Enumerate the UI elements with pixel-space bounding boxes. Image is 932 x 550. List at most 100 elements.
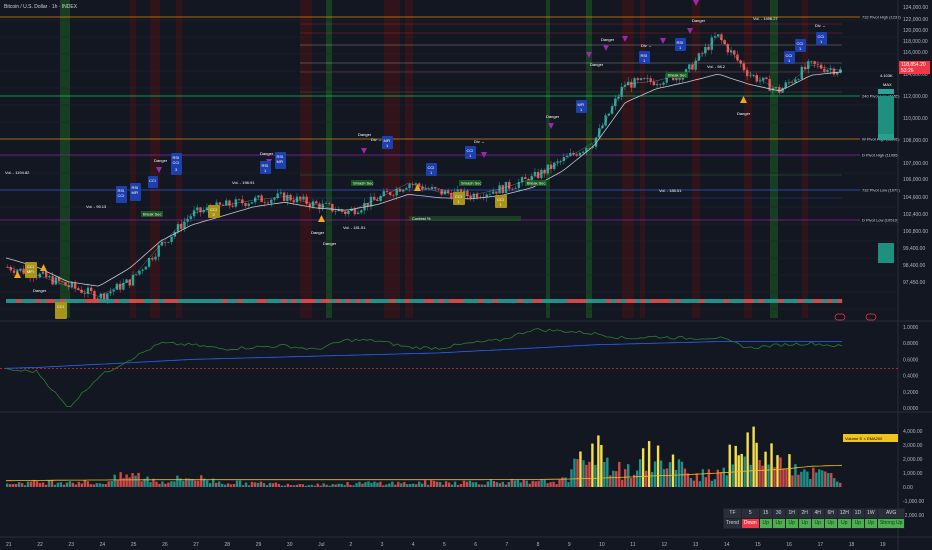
volume-bar — [176, 475, 179, 487]
volume-bar — [743, 456, 746, 487]
volume-bar — [104, 484, 107, 487]
volume-bar — [495, 482, 499, 487]
candle-body — [186, 219, 189, 222]
volume-bar — [600, 444, 603, 487]
heat-cell — [207, 299, 213, 303]
heat-cell — [369, 299, 376, 303]
heat-cell — [281, 299, 287, 303]
price-chart[interactable]: Bitcoin / U.S. Dollar · 1h · INDEX 732 P… — [0, 0, 932, 550]
candle-body — [797, 79, 800, 80]
volume-bar — [418, 481, 421, 487]
candle-body — [646, 78, 649, 80]
oscillator-axis-label: 1.0000 — [903, 325, 919, 331]
volume-bar — [409, 483, 412, 487]
volume-bar — [6, 483, 9, 487]
session-stripe — [622, 0, 634, 318]
volume-bar — [158, 483, 161, 487]
candle-body — [511, 188, 514, 190]
volume-bar — [140, 481, 143, 487]
volume-bar — [110, 480, 113, 487]
volume-bar — [752, 426, 755, 487]
volume-bar — [316, 483, 319, 487]
volume-bar — [615, 471, 618, 487]
candle-body — [48, 276, 51, 278]
candle-body — [131, 274, 135, 286]
volume-bar — [355, 483, 358, 487]
time-axis-label: 27 — [193, 542, 199, 548]
volume-bar — [585, 464, 588, 487]
heat-cell — [330, 299, 336, 303]
volume-bar — [241, 485, 245, 487]
volume-bar — [223, 484, 227, 487]
heat-cell — [443, 299, 449, 303]
time-axis-label: 8 — [537, 542, 540, 548]
heat-cell — [605, 299, 612, 303]
price-axis-label: 112,000.00 — [903, 94, 928, 100]
volume-bar — [776, 455, 779, 487]
price-axis-label: 102,400.00 — [903, 212, 928, 218]
heat-cell — [10, 299, 17, 303]
heat-cell — [428, 299, 435, 303]
volume-bar — [289, 485, 293, 487]
volume-bar — [429, 480, 433, 487]
candle-body — [324, 203, 328, 204]
volume-bar — [313, 485, 316, 487]
volume-bar — [525, 480, 528, 487]
candle-body — [630, 81, 633, 88]
candle-body — [569, 152, 572, 156]
volume-bar — [731, 464, 734, 487]
heat-cell — [738, 299, 744, 303]
time-axis-label: 18 — [849, 542, 855, 548]
svg-text:MFI: MFI — [277, 159, 284, 164]
volume-bar — [265, 485, 269, 487]
candle-body — [266, 202, 270, 204]
volume-bar — [277, 483, 281, 487]
candle-body — [835, 72, 839, 75]
volume-bar — [59, 482, 63, 487]
candle-body — [440, 189, 443, 195]
time-axis-label: 10 — [599, 542, 605, 548]
volume-bar — [579, 451, 582, 487]
heat-cell — [655, 299, 661, 303]
candle-body — [241, 199, 244, 204]
heat-cell — [133, 299, 139, 303]
volume-bar — [226, 483, 230, 487]
volume-bar — [740, 453, 743, 487]
volume-bar — [818, 469, 821, 487]
price-axis-label: 106,000.00 — [903, 177, 928, 183]
heat-cell — [787, 299, 794, 303]
volume-bar — [665, 468, 669, 487]
heat-cell — [630, 299, 636, 303]
heat-cell — [364, 299, 371, 303]
heat-cell — [178, 299, 184, 303]
candle-body — [758, 80, 762, 82]
volume-bar — [182, 480, 185, 487]
candle-body — [83, 292, 86, 294]
volume-bar — [71, 482, 75, 487]
candle-body — [774, 86, 778, 88]
heat-cell — [315, 299, 321, 303]
cci-low-badge: CCI — [55, 302, 67, 319]
time-axis-label: 19 — [880, 542, 886, 548]
svg-text:CCI: CCI — [57, 304, 64, 309]
volume-bar — [44, 484, 48, 487]
heat-cell — [433, 299, 439, 303]
candle-body — [356, 212, 360, 215]
cci-badge: CCI 1 — [465, 146, 476, 159]
volume-bar — [656, 445, 660, 487]
heat-cell — [448, 299, 454, 303]
candle-body — [392, 195, 395, 196]
volume-bar — [217, 481, 221, 487]
volume-bar — [170, 481, 173, 487]
heat-cell — [561, 299, 567, 303]
time-axis-label: 12 — [662, 542, 668, 548]
price-axis-label: 99,400.00 — [903, 246, 925, 252]
volume-bar — [98, 483, 101, 487]
cci-badge: CCI 1 — [784, 51, 795, 64]
volume-bar — [432, 480, 436, 487]
price-axis-label: 118,000.00 — [903, 39, 928, 45]
volume-bar — [167, 482, 170, 487]
candle-body — [787, 81, 791, 83]
heat-cell — [138, 299, 144, 303]
volume-bar — [468, 480, 472, 487]
